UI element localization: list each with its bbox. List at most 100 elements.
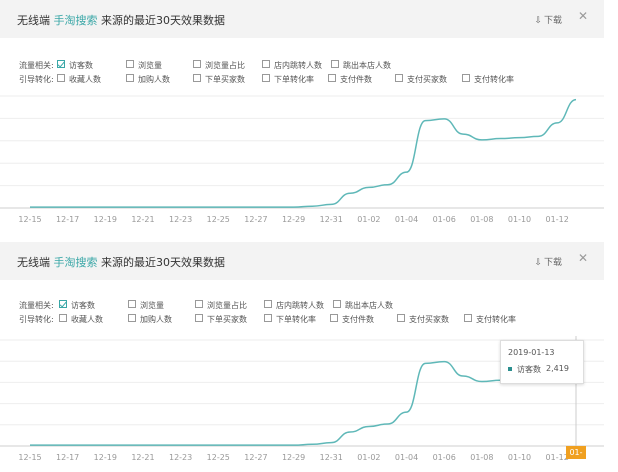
checkbox-label: 跳出本店人数 [343, 61, 391, 70]
checkbox-label: 浏览量占比 [207, 301, 247, 310]
x-tick-label: 12-29 [282, 215, 305, 224]
x-tick-label: 01-12 [546, 215, 569, 224]
checkbox-instore-jumps[interactable] [264, 300, 272, 308]
checkbox-visitors[interactable] [57, 60, 65, 68]
checkbox-label: 跳出本店人数 [345, 301, 393, 310]
checkbox-label: 店内跳转人数 [276, 301, 324, 310]
checkbox-paid-buyers[interactable] [397, 314, 405, 322]
highlighted-x-tick: 01-13 [566, 446, 586, 470]
checkbox-paid-items[interactable] [328, 74, 336, 82]
checkbox-favorites[interactable] [59, 314, 67, 322]
x-tick-label: 01-10 [508, 215, 531, 224]
checkbox-label: 支付转化率 [474, 75, 514, 84]
title-suffix: 来源的最近30天效果数据 [101, 256, 225, 269]
checkbox-label: 浏览量占比 [205, 61, 245, 70]
x-tick-label: 12-21 [131, 453, 154, 462]
title-source-link[interactable]: 手淘搜索 [54, 14, 98, 27]
checkbox-label: 浏览量 [138, 61, 162, 70]
checkbox-label: 收藏人数 [69, 75, 101, 84]
checkbox-label: 支付件数 [342, 315, 374, 324]
checkbox-label: 访客数 [71, 301, 95, 310]
visitors-line-chart: 12-15 12-17 12-19 12-21 12-23 12-25 12-27 12-29… [0, 95, 604, 224]
checkbox-pageviews[interactable] [128, 300, 136, 308]
x-tick-label: 12-17 [56, 453, 79, 462]
checkbox-pageviews[interactable] [126, 60, 134, 68]
panel-bottom: 无线端 手淘搜索 来源的最近30天效果数据 ⇩ 下载 ✕ 流量相关: 引导转化: … [0, 242, 604, 470]
checkbox-add-to-cart[interactable] [128, 314, 136, 322]
panel-title: 无线端 手淘搜索 来源的最近30天效果数据 [17, 12, 225, 28]
x-tick-label: 01-02 [357, 453, 380, 462]
x-tick-label: 01-06 [433, 453, 456, 462]
traffic-filter-label: 流量相关: [19, 61, 54, 70]
download-icon: ⇩ [534, 16, 542, 26]
x-tick-label: 01-08 [470, 453, 493, 462]
checkbox-label: 加购人数 [140, 315, 172, 324]
tooltip-date: 2019-01-13 [508, 348, 555, 357]
x-tick-label: 12-17 [56, 215, 79, 224]
panel-header: 无线端 手淘搜索 来源的最近30天效果数据 ⇩ 下载 ✕ [0, 242, 604, 280]
x-tick-label: 12-27 [244, 453, 267, 462]
checkbox-order-conversion[interactable] [264, 314, 272, 322]
checkbox-label: 支付件数 [340, 75, 372, 84]
series-dot-icon [508, 367, 512, 371]
x-tick-label: 12-23 [169, 453, 192, 462]
checkbox-order-buyers[interactable] [193, 74, 201, 82]
download-icon: ⇩ [534, 258, 542, 268]
checkbox-label: 店内跳转人数 [274, 61, 322, 70]
checkbox-bounce-visitors[interactable] [333, 300, 341, 308]
close-icon[interactable]: ✕ [578, 251, 588, 265]
conversion-filter-label: 引导转化: [19, 75, 54, 84]
x-tick-label: 01-04 [395, 453, 418, 462]
tooltip-series: 访客数 [517, 365, 541, 374]
title-suffix: 来源的最近30天效果数据 [101, 14, 225, 27]
x-tick-label: 12-31 [320, 215, 343, 224]
x-tick-label: 01-04 [395, 215, 418, 224]
checkbox-paid-buyers[interactable] [395, 74, 403, 82]
tooltip-value: 2,419 [546, 364, 569, 373]
title-source-link[interactable]: 手淘搜索 [54, 256, 98, 269]
download-button[interactable]: ⇩ 下载 [534, 13, 562, 26]
checkbox-bounce-visitors[interactable] [331, 60, 339, 68]
series-line [30, 98, 577, 208]
x-tick-label: 01-02 [357, 215, 380, 224]
panel-top: 无线端 手淘搜索 来源的最近30天效果数据 ⇩ 下载 ✕ 流量相关: 引导转化: … [0, 0, 604, 238]
x-tick-label: 01-06 [433, 215, 456, 224]
panel-title: 无线端 手淘搜索 来源的最近30天效果数据 [17, 254, 225, 270]
x-tick-label: 01-08 [470, 215, 493, 224]
checkbox-order-buyers[interactable] [195, 314, 203, 322]
checkbox-label: 下单买家数 [205, 75, 245, 84]
chart-tooltip: 2019-01-13 访客数 2,419 [500, 340, 584, 384]
checkbox-instore-jumps[interactable] [262, 60, 270, 68]
download-button[interactable]: ⇩ 下载 [534, 255, 562, 268]
download-label: 下载 [543, 16, 562, 26]
title-prefix: 无线端 [17, 256, 50, 269]
x-tick-label: 12-15 [18, 453, 41, 462]
checkbox-paid-conversion[interactable] [464, 314, 472, 322]
checkbox-pageview-share[interactable] [195, 300, 203, 308]
x-tick-label: 12-23 [169, 215, 192, 224]
checkbox-paid-items[interactable] [330, 314, 338, 322]
x-tick-label: 01-10 [508, 453, 531, 462]
checkbox-label: 支付买家数 [409, 315, 449, 324]
x-tick-label: 12-27 [244, 215, 267, 224]
series-line [29, 342, 577, 446]
checkbox-add-to-cart[interactable] [126, 74, 134, 82]
checkbox-order-conversion[interactable] [262, 74, 270, 82]
title-prefix: 无线端 [17, 14, 50, 27]
checkbox-label: 支付转化率 [476, 315, 516, 324]
checkbox-pageview-share[interactable] [193, 60, 201, 68]
x-tick-label: 12-25 [207, 215, 230, 224]
checkbox-paid-conversion[interactable] [462, 74, 470, 82]
checkbox-label: 收藏人数 [71, 315, 103, 324]
close-icon[interactable]: ✕ [578, 9, 588, 23]
checkbox-favorites[interactable] [57, 74, 65, 82]
checkbox-visitors[interactable] [59, 300, 67, 308]
x-tick-label: 12-25 [207, 453, 230, 462]
x-tick-label: 12-31 [320, 453, 343, 462]
checkbox-label: 下单转化率 [274, 75, 314, 84]
traffic-filter-label: 流量相关: [19, 301, 54, 310]
x-tick-label: 12-19 [94, 453, 117, 462]
panel-header: 无线端 手淘搜索 来源的最近30天效果数据 ⇩ 下载 ✕ [0, 0, 604, 38]
x-tick-label: 12-15 [18, 215, 41, 224]
checkbox-label: 下单转化率 [276, 315, 316, 324]
